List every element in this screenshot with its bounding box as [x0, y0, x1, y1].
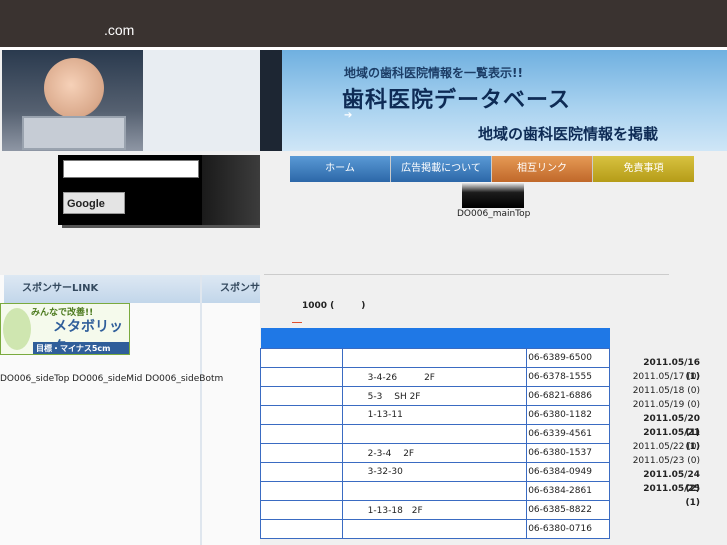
banner-photo — [2, 50, 143, 151]
archive-date-link[interactable]: 2011.05/17 (0) — [630, 370, 700, 384]
clinic-address: 3-32-30 — [341, 461, 528, 482]
banner-title: 歯科医院データベース — [342, 88, 571, 113]
google-search-button[interactable]: Google — [63, 192, 125, 214]
archive-date-link[interactable]: 2011.05/19 (0) — [630, 398, 700, 412]
cloud-icon — [3, 308, 31, 350]
clinic-phone: 06-6380-1182 — [526, 404, 610, 425]
archive-date-link[interactable]: 2011.05/21 (1) — [630, 426, 700, 452]
archive-date-link[interactable]: 2011.05/20 (1) — [630, 412, 700, 438]
site-header: .com — [0, 0, 727, 47]
clinic-address — [341, 518, 528, 539]
clinic-phone: 06-6384-0949 — [526, 461, 610, 482]
woman-face-image — [44, 58, 104, 118]
clinic-phone: 06-6339-4561 — [526, 423, 610, 444]
table-row[interactable]: 06-6339-4561 — [260, 423, 610, 444]
clinic-address: 2-3-4 2F — [341, 442, 528, 463]
archive-date-link[interactable]: 2011.05/18 (0) — [630, 384, 700, 398]
banner-spacer — [143, 50, 260, 151]
clinic-name[interactable] — [260, 480, 343, 501]
clinic-address: 3-4-26 2F — [341, 366, 528, 387]
banner-tagline: 地域の歯科医院情報を掲載 — [478, 125, 659, 143]
archive-date-link[interactable]: 2011.05/16 (1) — [630, 356, 700, 382]
main-top-ad-image[interactable] — [462, 182, 524, 208]
clinic-address: 1-13-11 — [341, 404, 528, 425]
search-box-shadow — [62, 225, 260, 228]
clinic-phone: 06-6380-1537 — [526, 442, 610, 463]
nav-home[interactable]: ホーム — [290, 156, 391, 182]
table-row[interactable]: 06-6389-6500 — [260, 347, 610, 368]
clinic-phone: 06-6378-1555 — [526, 366, 610, 387]
clinic-address — [341, 423, 528, 444]
clinic-name[interactable] — [260, 347, 343, 368]
listing-count: 1000 ( ) — [302, 301, 366, 311]
clinic-address — [341, 347, 528, 368]
banner-subtitle: 地域の歯科医院情報を一覧表示!! — [344, 66, 523, 80]
site-domain[interactable]: .com — [104, 22, 134, 38]
arrow-icon: ➔ — [344, 110, 353, 121]
clinic-name[interactable] — [260, 461, 343, 482]
table-row[interactable]: 3-4-26 2F 06-6378-1555 — [260, 366, 610, 387]
clinic-phone: 06-6385-8822 — [526, 499, 610, 520]
clinic-phone: 06-6821-6886 — [526, 385, 610, 406]
clinic-name[interactable] — [260, 499, 343, 520]
clinic-address: 5-3 SH 2F — [341, 385, 528, 406]
table-row[interactable]: 1-13-11 06-6380-1182 — [260, 404, 610, 425]
clinic-name[interactable] — [260, 518, 343, 539]
archive-date-link[interactable]: 2011.05/24 (2) — [630, 468, 700, 494]
clinic-phone: 06-6389-6500 — [526, 347, 610, 368]
laptop-image — [22, 116, 126, 150]
nav-advertising[interactable]: 広告掲載について — [391, 156, 492, 182]
clinic-name[interactable] — [260, 442, 343, 463]
clinic-address — [341, 480, 528, 501]
content-divider — [264, 274, 669, 275]
sponsor-link-header: スポンサーLINK — [4, 275, 200, 303]
table-row[interactable]: 5-3 SH 2F 06-6821-6886 — [260, 385, 610, 406]
archive-date-link[interactable]: 2011.05/25 (1) — [630, 482, 700, 508]
metabolic-ad-banner[interactable]: みんなで改善!! メタボリック 目標・マイナス5cm — [0, 303, 130, 355]
clinic-name[interactable] — [260, 423, 343, 444]
search-input[interactable] — [63, 160, 199, 178]
search-box-extension — [202, 155, 260, 227]
table-header — [260, 328, 610, 348]
table-row[interactable]: 3-32-30 06-6384-0949 — [260, 461, 610, 482]
archive-date-link[interactable]: 2011.05/23 (0) — [630, 454, 700, 468]
clinic-address: 1-13-18 2F — [341, 499, 528, 520]
banner-dark-strip — [260, 50, 282, 151]
table-row[interactable]: 06-6380-0716 — [260, 518, 610, 539]
archive-date-list: 2011.05/16 (1) 2011.05/17 (0) 2011.05/18… — [630, 356, 700, 508]
table-row[interactable]: 2-3-4 2F 06-6380-1537 — [260, 442, 610, 463]
sidebar-ad-labels: DO006_sideTop DO006_sideMid DO006_sideBo… — [0, 374, 224, 384]
main-top-ad-label: DO006_mainTop — [457, 209, 531, 219]
clinic-phone: 06-6380-0716 — [526, 518, 610, 539]
google-search-box: Google — [58, 155, 202, 225]
nav-mutual-links[interactable]: 相互リンク — [492, 156, 593, 182]
clinic-phone: 06-6384-2861 — [526, 480, 610, 501]
clinic-table: 06-6389-6500 3-4-26 2F 06-6378-1555 5-3 S… — [260, 328, 610, 539]
main-nav: ホーム 広告掲載について 相互リンク 免責事項 — [290, 156, 694, 182]
clinic-name[interactable] — [260, 385, 343, 406]
table-row[interactable]: 06-6384-2861 — [260, 480, 610, 501]
red-accent-line — [292, 322, 302, 323]
nav-disclaimer[interactable]: 免責事項 — [593, 156, 694, 182]
ad-bottom-text: 目標・マイナス5cm — [33, 342, 129, 354]
sidebar-divider — [200, 275, 202, 545]
archive-date-link[interactable]: 2011.05/22 (0) — [630, 440, 700, 454]
site-banner[interactable]: 地域の歯科医院情報を一覧表示!! 歯科医院データベース ➔ 地域の歯科医院情報を… — [2, 50, 727, 151]
sponsor-header-2: スポンサー — [202, 275, 260, 303]
table-row[interactable]: 1-13-18 2F 06-6385-8822 — [260, 499, 610, 520]
clinic-name[interactable] — [260, 404, 343, 425]
clinic-name[interactable] — [260, 366, 343, 387]
